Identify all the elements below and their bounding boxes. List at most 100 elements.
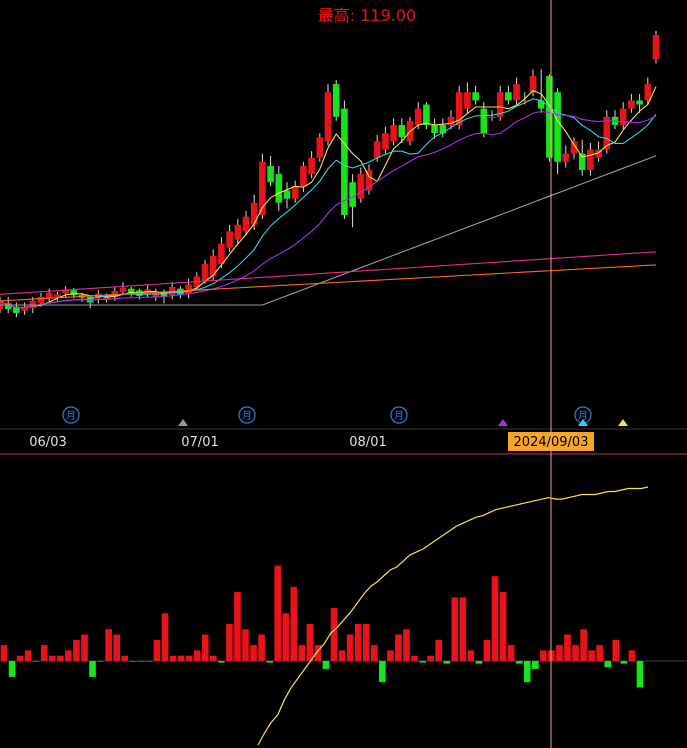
volume-bar bbox=[435, 639, 442, 661]
candle-body bbox=[546, 75, 553, 158]
candle-body bbox=[226, 231, 233, 248]
volume-bar bbox=[395, 634, 402, 661]
volume-bar bbox=[620, 661, 628, 664]
volume-bar bbox=[451, 597, 459, 661]
volume-bar bbox=[346, 634, 354, 661]
volume-bar bbox=[459, 597, 467, 661]
volume-bar bbox=[515, 661, 523, 664]
month-marker-label: 月 bbox=[242, 410, 252, 422]
candle-body bbox=[324, 92, 332, 142]
volume-bar bbox=[258, 634, 265, 661]
volume-bar bbox=[274, 565, 281, 661]
max-price-label: 最高: 119.00 bbox=[318, 6, 416, 25]
volume-bar bbox=[290, 586, 298, 661]
volume-bar bbox=[580, 629, 587, 661]
volume-bar bbox=[24, 650, 32, 661]
volume-bar bbox=[242, 629, 249, 661]
candle-body bbox=[431, 125, 438, 134]
candle-body bbox=[275, 174, 283, 203]
volume-bar bbox=[129, 661, 137, 662]
volume-bar bbox=[177, 655, 185, 661]
volume-bar bbox=[226, 623, 233, 661]
volume-bar bbox=[234, 592, 241, 661]
candle-body bbox=[382, 133, 389, 150]
candle-body bbox=[423, 104, 430, 125]
volume-bar bbox=[250, 645, 257, 661]
volume-bar bbox=[371, 645, 378, 661]
volume-bar bbox=[282, 613, 290, 661]
candle-body bbox=[562, 153, 570, 162]
volume-bar bbox=[411, 655, 418, 661]
volume-bar bbox=[0, 645, 8, 661]
candle-body bbox=[472, 92, 479, 101]
candle-body bbox=[488, 116, 496, 119]
volume-bar bbox=[572, 645, 579, 661]
volume-bar bbox=[145, 661, 153, 662]
volume-bar bbox=[588, 650, 595, 661]
candle-body bbox=[250, 202, 258, 225]
candle-body bbox=[464, 92, 471, 109]
volume-bar bbox=[483, 639, 491, 661]
volume-bar bbox=[491, 576, 499, 661]
volume-bar bbox=[540, 650, 547, 661]
candle-body bbox=[513, 84, 520, 101]
volume-bar bbox=[387, 650, 394, 661]
candle-body bbox=[300, 165, 307, 187]
volume-bar bbox=[8, 661, 16, 677]
volume-bar bbox=[475, 661, 483, 664]
candle-body bbox=[209, 255, 217, 277]
volume-bar bbox=[193, 650, 201, 661]
volume-bar bbox=[57, 655, 64, 661]
volume-bar bbox=[32, 661, 40, 662]
volume-bar bbox=[113, 634, 120, 661]
candle-body bbox=[267, 165, 274, 183]
volume-bar bbox=[467, 650, 475, 661]
volume-bar bbox=[499, 592, 507, 661]
candle-body bbox=[480, 108, 488, 134]
candle-body bbox=[291, 186, 299, 199]
volume-bar bbox=[330, 608, 338, 661]
candle-body bbox=[283, 190, 291, 199]
volume-bar bbox=[185, 655, 193, 661]
volume-bar bbox=[81, 634, 88, 661]
candle-body bbox=[119, 287, 127, 292]
candle-body bbox=[341, 108, 348, 215]
volume-bar bbox=[169, 655, 177, 661]
candle-body bbox=[554, 92, 561, 162]
volume-bar bbox=[564, 634, 571, 661]
volume-bar bbox=[443, 661, 451, 664]
candle-body bbox=[316, 137, 324, 158]
volume-bar bbox=[153, 639, 161, 661]
volume-bar bbox=[201, 634, 209, 661]
candle-body bbox=[242, 216, 250, 232]
volume-bar bbox=[65, 650, 72, 661]
x-tick-label-jul: 07/01 bbox=[181, 435, 218, 450]
volume-bar bbox=[210, 655, 217, 661]
volume-bar bbox=[419, 661, 426, 663]
candle-body bbox=[349, 182, 356, 207]
candle-body bbox=[357, 174, 365, 199]
volume-bar bbox=[403, 629, 410, 661]
month-marker-label: 月 bbox=[394, 410, 404, 422]
volume-bar bbox=[628, 650, 636, 661]
volume-bar bbox=[89, 661, 96, 677]
candle-body bbox=[332, 84, 340, 117]
month-marker-label: 月 bbox=[66, 410, 76, 422]
volume-bar bbox=[161, 613, 169, 661]
volume-bar bbox=[532, 661, 539, 669]
x-tick-label-jun: 06/03 bbox=[29, 435, 66, 450]
volume-bar bbox=[507, 645, 515, 661]
volume-bar bbox=[338, 650, 346, 661]
candle-body bbox=[234, 224, 242, 240]
candle-body bbox=[398, 125, 406, 138]
candle-body bbox=[308, 157, 315, 175]
candle-body bbox=[390, 125, 397, 142]
volume-bar bbox=[322, 661, 330, 669]
volume-bar bbox=[523, 661, 531, 683]
candle-body bbox=[37, 296, 45, 304]
volume-bar bbox=[218, 661, 225, 663]
volume-bar bbox=[137, 661, 145, 662]
volume-bar bbox=[298, 645, 306, 661]
volume-bar bbox=[40, 645, 48, 661]
volume-bar bbox=[362, 623, 370, 661]
